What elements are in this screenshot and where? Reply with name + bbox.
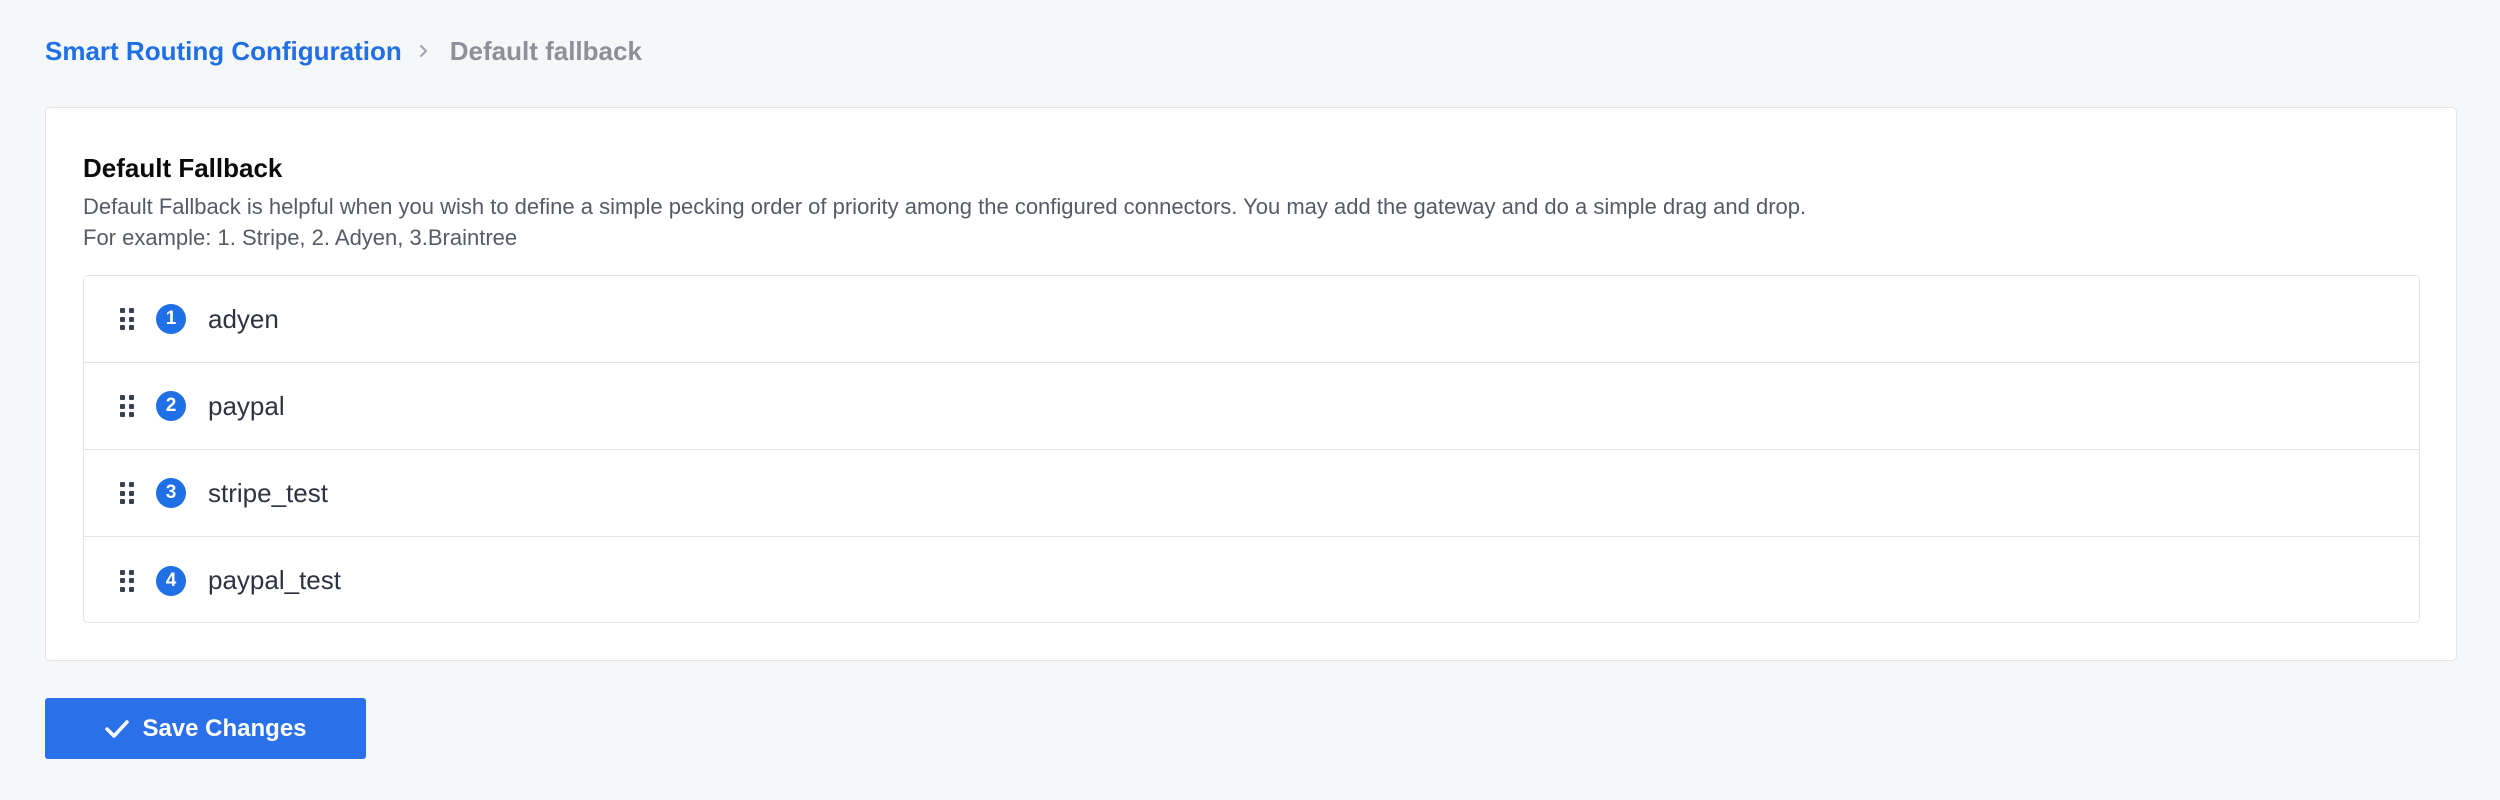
breadcrumb: Smart Routing Configuration Default fall… (45, 35, 642, 67)
connector-priority-list: 1 adyen 2 paypal 3 stripe_test 4 paypal_… (83, 275, 2420, 623)
description-line: Default Fallback is helpful when you wis… (83, 194, 1807, 219)
priority-badge: 1 (156, 304, 186, 334)
card-description: Default Fallback is helpful when you wis… (83, 191, 1806, 253)
connector-row[interactable]: 4 paypal_test (84, 537, 2419, 622)
connector-name: stripe_test (208, 477, 328, 508)
chevron-right-icon (418, 43, 430, 59)
default-fallback-card: Default Fallback Default Fallback is hel… (45, 107, 2457, 661)
save-changes-button[interactable]: Save Changes (45, 698, 366, 759)
breadcrumb-link-smart-routing[interactable]: Smart Routing Configuration (45, 35, 402, 67)
connector-row[interactable]: 1 adyen (84, 276, 2419, 363)
drag-handle-icon[interactable] (120, 482, 134, 504)
breadcrumb-current: Default fallback (449, 36, 642, 66)
connector-name: paypal (208, 390, 285, 421)
drag-handle-icon[interactable] (120, 395, 134, 417)
connector-row[interactable]: 3 stripe_test (84, 450, 2419, 537)
check-icon (104, 718, 130, 740)
description-example: For example: 1. Stripe, 2. Adyen, 3.Brai… (83, 225, 518, 250)
priority-badge: 3 (156, 478, 186, 508)
drag-handle-icon[interactable] (120, 308, 134, 330)
drag-handle-icon[interactable] (120, 569, 134, 592)
save-changes-label: Save Changes (142, 714, 307, 742)
priority-badge: 2 (156, 391, 186, 421)
connector-row[interactable]: 2 paypal (84, 363, 2419, 450)
priority-badge: 4 (156, 565, 186, 596)
connector-name: adyen (208, 303, 279, 334)
connector-name: paypal_test (208, 565, 341, 595)
card-title: Default Fallback (83, 153, 283, 183)
